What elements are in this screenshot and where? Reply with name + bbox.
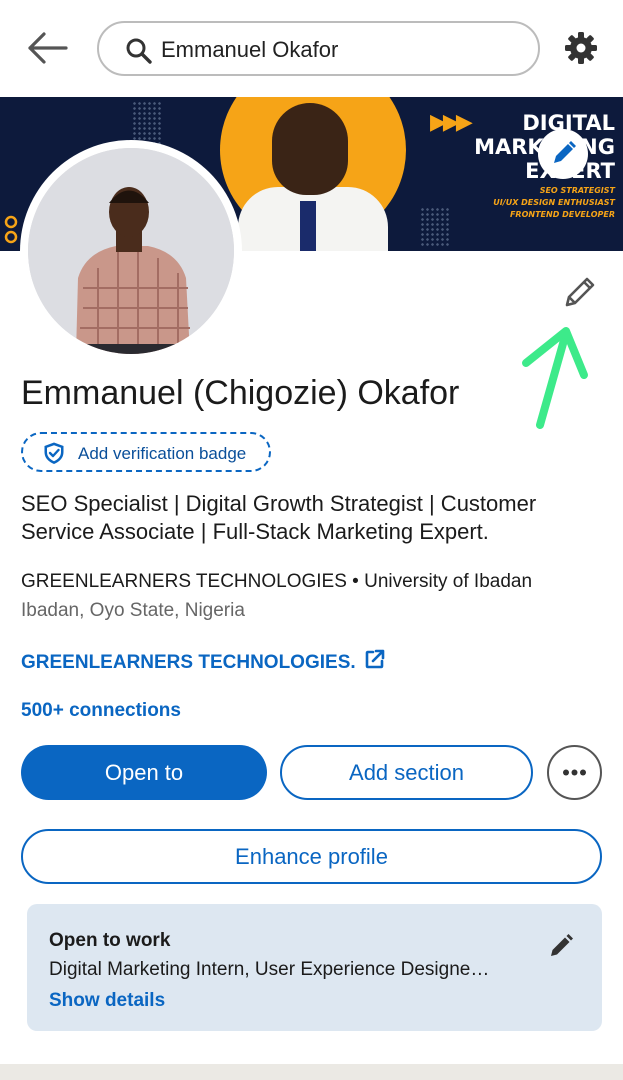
profile-photo	[28, 148, 234, 354]
annotation-arrow	[522, 327, 588, 429]
open-to-work-title: Open to work	[49, 930, 171, 951]
profile-page: Emmanuel Okafor ▶▶▶ DIGITAL SEO STRATEGI…	[0, 0, 623, 1080]
pencil-icon	[554, 141, 576, 163]
search-query: Emmanuel Okafor	[161, 37, 339, 62]
banner-arrows: ▶▶▶	[430, 109, 473, 134]
open-to-button[interactable]: Open to	[21, 745, 267, 800]
company-link-label: GREENLEARNERS TECHNOLOGIES.	[21, 652, 356, 673]
pencil-icon	[565, 277, 595, 307]
arrow-left-icon	[28, 32, 68, 64]
search-bar[interactable]: Emmanuel Okafor	[97, 21, 540, 76]
banner-person-tie	[300, 201, 316, 251]
verification-label: Add verification badge	[78, 444, 247, 463]
shield-check-icon	[44, 442, 64, 464]
external-link-icon	[365, 649, 384, 669]
connections-link[interactable]: 500+ connections	[21, 700, 181, 722]
edit-cover-button[interactable]	[538, 129, 588, 179]
banner-circle-dots	[4, 215, 18, 244]
company-website-link[interactable]: GREENLEARNERS TECHNOLOGIES.	[21, 648, 386, 674]
banner-person-head	[272, 103, 348, 195]
profile-location: Ibadan, Oyo State, Nigeria	[21, 600, 245, 621]
profile-name: Emmanuel (Chigozie) Okafor	[21, 374, 460, 412]
banner-dot-pattern	[132, 101, 162, 145]
open-to-work-roles: Digital Marketing Intern, User Experienc…	[49, 959, 490, 980]
enhance-profile-button[interactable]: Enhance profile	[21, 829, 602, 884]
company-education-line: GREENLEARNERS TECHNOLOGIES • University …	[21, 571, 533, 592]
open-to-work-card: Open to work Digital Marketing Intern, U…	[27, 904, 602, 1031]
add-verification-badge-button[interactable]: Add verification badge	[21, 432, 271, 472]
search-icon	[126, 38, 152, 64]
add-section-button[interactable]: Add section	[280, 745, 533, 800]
show-details-link[interactable]: Show details	[49, 990, 165, 1012]
banner-tags: SEO STRATEGIST UI/UX DESIGN ENTHUSIAST F…	[493, 186, 615, 219]
edit-intro-button[interactable]	[560, 272, 600, 312]
top-bar: Emmanuel Okafor	[0, 0, 623, 97]
profile-headline: SEO Specialist | Digital Growth Strategi…	[21, 491, 537, 544]
ellipsis-icon	[563, 769, 586, 776]
bottom-divider	[0, 1064, 623, 1080]
gear-icon	[565, 32, 597, 64]
more-actions-button[interactable]	[547, 745, 602, 800]
avatar[interactable]	[20, 140, 242, 362]
banner-dot-pattern-2	[420, 207, 450, 247]
pencil-icon	[551, 934, 573, 956]
edit-open-to-work-button[interactable]	[547, 932, 575, 960]
back-button[interactable]	[24, 28, 70, 68]
settings-button[interactable]	[563, 30, 599, 66]
